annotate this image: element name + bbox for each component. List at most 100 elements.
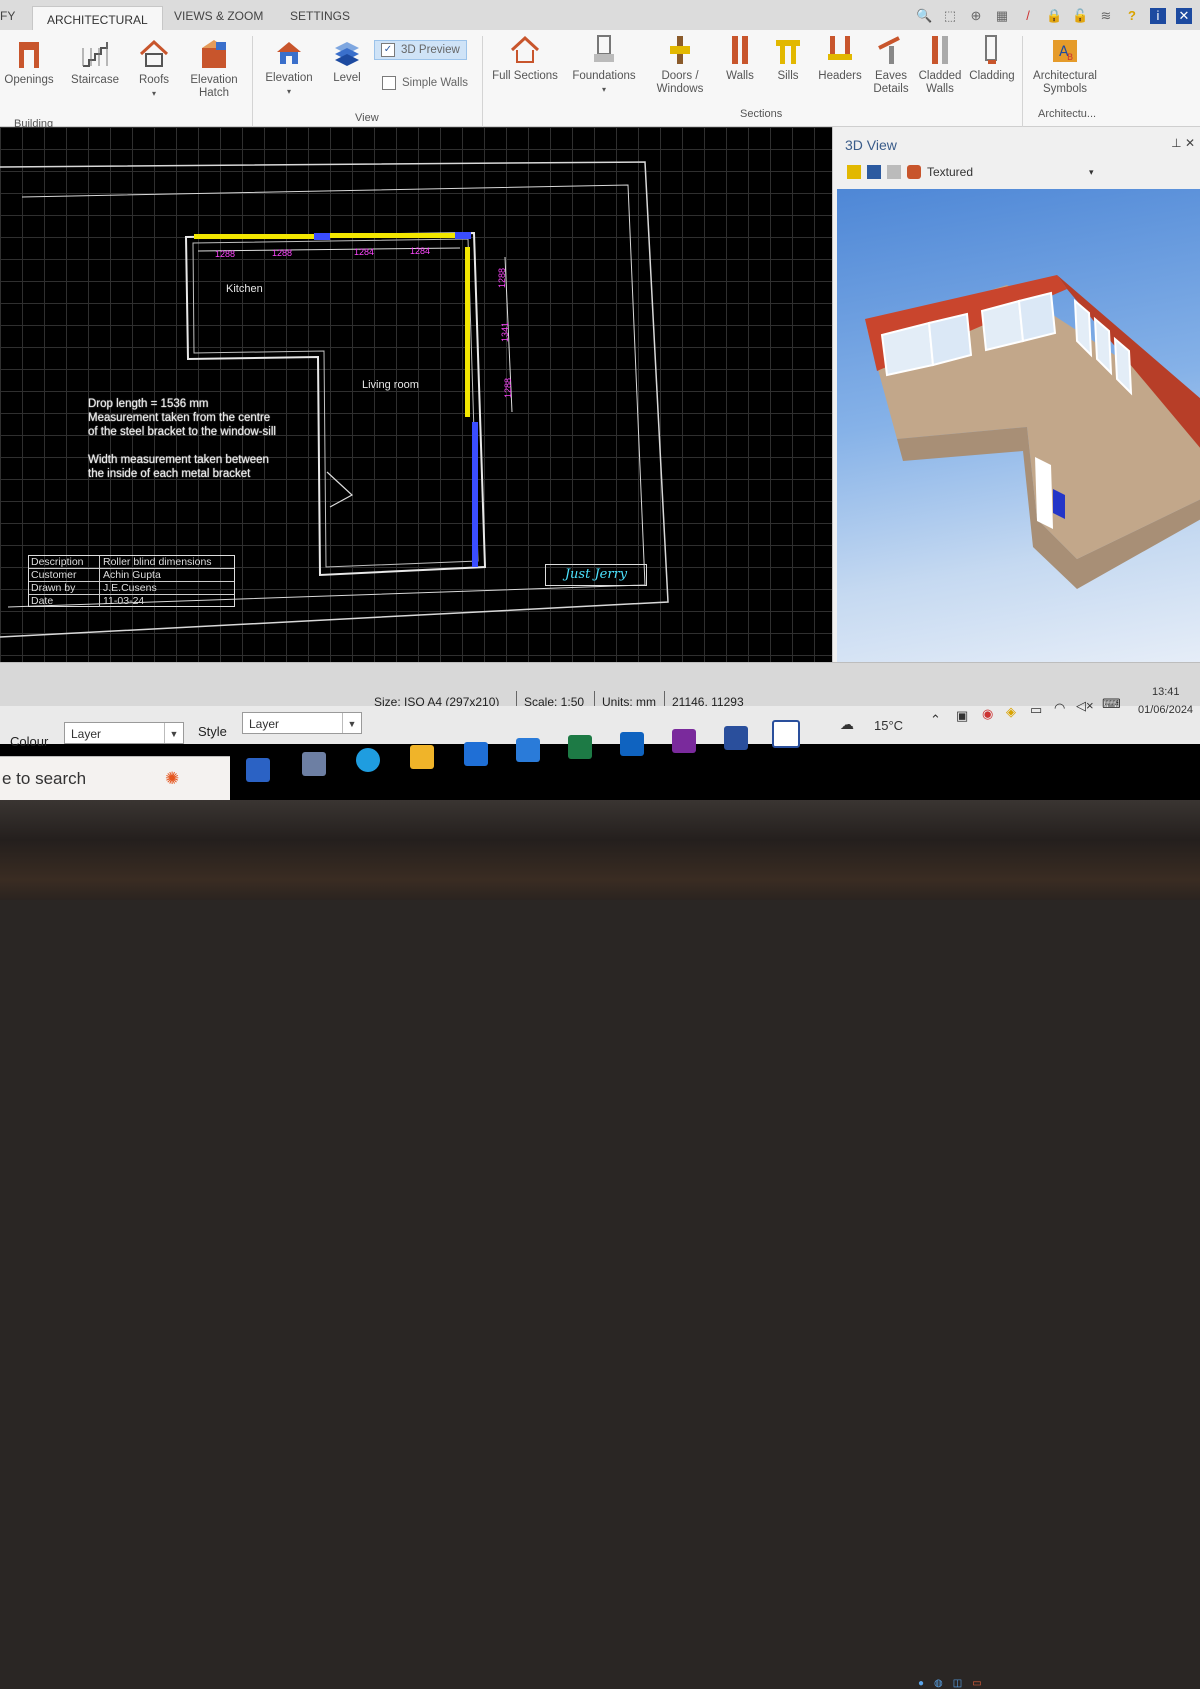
checkbox-icon	[382, 76, 396, 90]
lock-icon[interactable]: 🔒	[1046, 8, 1062, 24]
cladding-button[interactable]: Cladding	[968, 34, 1016, 83]
elevation-hatch-button[interactable]: Elevation Hatch	[184, 38, 244, 100]
staircase-label: Staircase	[71, 74, 119, 86]
openings-button[interactable]: Openings	[0, 38, 58, 87]
cad-app-icon[interactable]	[772, 720, 800, 748]
wifi-icon[interactable]: ◠	[1054, 700, 1065, 716]
close-icon[interactable]: ✕	[1176, 8, 1192, 24]
excel-icon[interactable]	[568, 735, 592, 759]
title-block-row: Date 11-03-24	[31, 595, 145, 607]
walls-icon	[732, 36, 748, 64]
dimension-top-3: 1284	[354, 247, 375, 257]
material-icon[interactable]	[907, 165, 921, 179]
help-icon[interactable]: ?	[1124, 8, 1140, 24]
simple-walls-toggle[interactable]: Simple Walls	[382, 76, 468, 90]
pin-close-icon[interactable]: ⊥ ✕	[1171, 136, 1195, 150]
chevron-down-icon: ▼	[164, 723, 183, 743]
eaves-details-icon	[878, 36, 900, 64]
model-window	[1017, 291, 1057, 343]
tab-architectural[interactable]: ARCHITECTURAL	[32, 6, 163, 30]
cladded-walls-label: Cladded Walls	[918, 70, 962, 95]
tray-security-icon[interactable]: ◉	[982, 706, 993, 722]
lock-layer-icon[interactable]: 🔓	[1072, 8, 1088, 24]
taskbar-search[interactable]: e to search ✺	[0, 756, 230, 801]
group-architectural: Architectu...	[1038, 108, 1097, 120]
headers-icon	[828, 36, 852, 60]
note-width-2: the inside of each metal bracket	[88, 468, 251, 480]
word-icon[interactable]	[246, 758, 270, 782]
edge-icon[interactable]	[356, 748, 380, 772]
headers-button[interactable]: Headers	[816, 34, 864, 83]
snap-icon[interactable]: ≋	[1098, 8, 1114, 24]
zoom-icon[interactable]: 🔍	[916, 8, 932, 24]
led-icon: ●	[918, 1678, 925, 1689]
group-sections: Sections	[740, 108, 783, 120]
foundations-button[interactable]: Foundations ▾	[568, 34, 640, 96]
store-icon[interactable]	[464, 742, 488, 766]
preview-3d-toggle[interactable]: ✓ 3D Preview	[374, 40, 467, 60]
model-window	[980, 299, 1025, 352]
doors-windows-button[interactable]: Doors / Windows	[648, 34, 712, 96]
model-window	[927, 312, 973, 367]
note-measurement-1: Measurement taken from the centre	[88, 412, 271, 424]
colour-label: Colour	[10, 734, 49, 749]
zoom-window-icon[interactable]: ⬚	[942, 8, 958, 24]
chevron-down-icon[interactable]: ▾	[1089, 167, 1094, 178]
tray-app-icon[interactable]: ▣	[956, 708, 968, 724]
cladded-walls-button[interactable]: Cladded Walls	[918, 34, 962, 96]
roofs-label: Roofs	[138, 74, 170, 86]
drawing-notes: Drop length = 1536 mm Measurement taken …	[88, 397, 276, 481]
calculator-icon[interactable]	[302, 752, 326, 776]
pen-icon[interactable]: /	[1020, 8, 1036, 24]
tab-modify-partial[interactable]: FY	[0, 9, 15, 23]
walls-button[interactable]: Walls	[720, 34, 760, 83]
roofs-button[interactable]: Roofs ▾	[130, 38, 178, 100]
separator	[482, 36, 483, 128]
render-mode-select[interactable]: Textured	[927, 165, 973, 179]
panel-3d-viewport[interactable]	[837, 189, 1200, 667]
weather-icon[interactable]: ☁	[840, 716, 854, 733]
keyboard-icon[interactable]: ⌨	[1102, 696, 1121, 712]
staircase-button[interactable]: Staircase	[66, 38, 124, 87]
walls-label: Walls	[726, 70, 754, 82]
battery-icon: ▭	[972, 1678, 982, 1689]
full-sections-button[interactable]: Full Sections	[490, 34, 560, 83]
copy-icon[interactable]	[887, 165, 901, 179]
info-icon[interactable]: i	[1150, 8, 1166, 24]
file-explorer-icon[interactable]	[410, 745, 434, 769]
battery-icon[interactable]: ▭	[1030, 702, 1042, 718]
zoom-extents-icon[interactable]: ⊕	[968, 8, 984, 24]
tray-chevron-icon[interactable]: ⌃	[930, 712, 941, 728]
level-button[interactable]: Level	[326, 36, 368, 85]
volume-icon[interactable]: ◁×	[1076, 698, 1094, 714]
colour-dropdown[interactable]: Layer ▼	[64, 722, 184, 744]
drawing-canvas[interactable]: 1288 1288 1284 1284 1288 1341 1288 Kitch…	[0, 127, 835, 662]
foundations-icon	[594, 35, 614, 62]
elevation-hatch-icon	[202, 40, 226, 68]
tray-update-icon[interactable]: ◈	[1006, 704, 1016, 720]
eaves-details-button[interactable]: Eaves Details	[870, 34, 912, 96]
title-block-row: Description Roller blind dimensions	[29, 556, 234, 569]
tab-settings[interactable]: SETTINGS	[290, 9, 350, 23]
architectural-symbols-button[interactable]: AB Architectural Symbols	[1030, 34, 1100, 96]
monitor-bezel: ● ◍ ◫ ▭	[0, 800, 1200, 1689]
home-icon[interactable]	[847, 165, 861, 179]
sills-button[interactable]: Sills	[768, 34, 808, 83]
dimension-right-1: 1288	[497, 267, 508, 289]
clock-time[interactable]: 13:41	[1152, 686, 1180, 698]
outlook-icon[interactable]	[620, 732, 644, 756]
save-icon[interactable]	[867, 165, 881, 179]
clock-date[interactable]: 01/06/2024	[1138, 704, 1193, 716]
sheet-inner-border	[7, 184, 646, 608]
coral-icon: ✺	[165, 769, 180, 788]
elevation-button[interactable]: Elevation ▾	[262, 36, 316, 98]
openings-label: Openings	[4, 74, 54, 86]
architectural-symbols-icon: AB	[1053, 40, 1077, 63]
onenote-icon[interactable]	[672, 729, 696, 753]
tab-views-zoom[interactable]: VIEWS & ZOOM	[174, 9, 263, 23]
app-icon[interactable]	[724, 726, 748, 750]
style-dropdown[interactable]: Layer ▼	[242, 712, 362, 734]
elevation-label: Elevation	[265, 72, 313, 84]
grid-icon[interactable]: ▦	[994, 8, 1010, 24]
mail-icon[interactable]	[516, 738, 540, 762]
